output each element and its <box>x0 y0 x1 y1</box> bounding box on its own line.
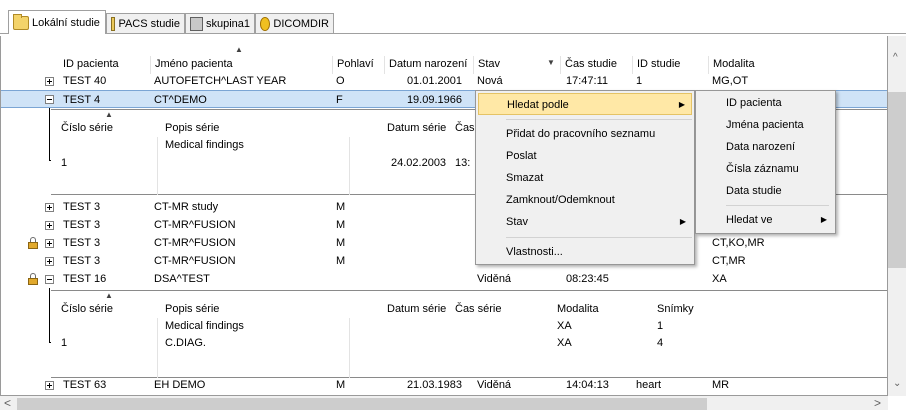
tab-pacs-studies[interactable]: PACS studie <box>106 13 185 33</box>
series-images: 1 <box>657 320 664 332</box>
series-desc: Medical findings <box>165 320 244 332</box>
expand-icon[interactable] <box>45 239 54 248</box>
submenu-search-by: ID pacienta Jména pacienta Data narození… <box>695 90 836 234</box>
collapse-icon[interactable] <box>45 95 54 104</box>
scroll-down-icon[interactable]: ⌄ <box>893 378 901 389</box>
submenu-arrow-icon: ▶ <box>679 217 686 226</box>
series-number: 1 <box>61 157 68 169</box>
series-desc: Medical findings <box>165 139 244 151</box>
tab-divider <box>0 33 906 34</box>
sort-ascending-icon: ▲ <box>235 45 243 54</box>
dicomdir-icon <box>260 16 271 31</box>
scroll-right-icon[interactable]: > <box>874 396 881 410</box>
scroll-left-icon[interactable]: < <box>4 396 11 410</box>
menu-item-search-by[interactable]: Hledat podle ▶ <box>478 93 692 115</box>
vertical-scroll-thumb[interactable] <box>888 92 906 268</box>
pacs-icon <box>111 16 116 31</box>
tab-dicomdir[interactable]: DICOMDIR <box>255 13 334 33</box>
context-menu: Hledat podle ▶ Přidat do pracovního sezna… <box>475 90 695 265</box>
series-number: 1 <box>61 337 68 349</box>
tab-group[interactable]: skupina1 <box>185 13 255 33</box>
tree-line <box>49 288 50 342</box>
table-row[interactable]: TEST 40 AUTOFETCH^LAST YEAR O 01.01.2001… <box>1 72 887 90</box>
lock-icon <box>28 237 38 249</box>
lock-icon <box>28 273 38 285</box>
menu-item-state[interactable]: Stav ▶ <box>478 211 692 233</box>
submenu-arrow-icon: ▶ <box>820 215 827 224</box>
scroll-up-icon[interactable]: ^ <box>893 52 898 63</box>
collapse-icon[interactable] <box>45 275 54 284</box>
subcol-series-date[interactable]: Datum série <box>387 121 446 135</box>
series-modality: XA <box>557 337 572 349</box>
submenu-item-birthdate[interactable]: Data narození <box>698 136 833 158</box>
horizontal-scroll-thumb[interactable] <box>17 398 707 410</box>
submenu-item-patient-id[interactable]: ID pacienta <box>698 92 833 114</box>
sort-ascending-icon: ▲ <box>105 110 113 119</box>
menu-item-send[interactable]: Poslat <box>478 145 692 167</box>
expand-icon[interactable] <box>45 221 54 230</box>
subcol-series-number[interactable]: Číslo série <box>61 121 113 135</box>
series-date: 24.02.2003 <box>391 157 447 169</box>
table-row[interactable]: TEST 63 EH DEMO M 21.03.1983 Viděná 14:0… <box>1 376 887 394</box>
subcol-images[interactable]: Snímky <box>657 302 694 316</box>
expand-icon[interactable] <box>45 203 54 212</box>
submenu-item-search-in[interactable]: Hledat ve ▶ <box>698 209 833 231</box>
submenu-arrow-icon: ▶ <box>678 100 685 109</box>
expand-icon[interactable] <box>45 381 54 390</box>
sort-descending-icon: ▼ <box>547 58 555 67</box>
submenu-item-patient-name[interactable]: Jména pacienta <box>698 114 833 136</box>
menu-item-lock-unlock[interactable]: Zamknout/Odemknout <box>478 189 692 211</box>
subcol-series-desc[interactable]: Popis série <box>165 121 219 135</box>
expand-icon[interactable] <box>45 77 54 86</box>
table-row[interactable]: TEST 3 CT-MR^FUSION M CT,KO,MR <box>1 234 887 252</box>
tree-line <box>49 108 50 160</box>
submenu-item-study-date[interactable]: Data studie <box>698 180 833 202</box>
series-images: 4 <box>657 337 664 349</box>
subcol-modality[interactable]: Modalita <box>557 302 599 316</box>
grid-header: ▲ ▼ ID pacienta Jméno pacienta Pohlaví D… <box>1 36 887 74</box>
menu-item-delete[interactable]: Smazat <box>478 167 692 189</box>
table-row[interactable]: TEST 16 DSA^TEST Viděná 08:23:45 XA <box>1 270 887 288</box>
subcol-series-time[interactable]: Čas série <box>455 302 501 316</box>
submenu-item-record-number[interactable]: Čísla záznamu <box>698 158 833 180</box>
series-modality: XA <box>557 320 572 332</box>
table-row[interactable]: TEST 3 CT-MR^FUSION M Viděná CT,MR <box>1 252 887 270</box>
tab-local-studies[interactable]: Lokální studie <box>8 10 106 34</box>
subcol-series-date[interactable]: Datum série <box>387 302 446 316</box>
subcol-series-number[interactable]: Číslo série <box>61 302 113 316</box>
menu-item-add-to-worklist[interactable]: Přidat do pracovního seznamu <box>478 123 692 145</box>
subcol-series-desc[interactable]: Popis série <box>165 302 219 316</box>
group-icon <box>190 16 203 31</box>
series-desc: C.DIAG. <box>165 337 206 349</box>
sort-ascending-icon: ▲ <box>105 291 113 300</box>
expand-icon[interactable] <box>45 257 54 266</box>
menu-item-properties[interactable]: Vlastnosti... <box>478 241 692 263</box>
series-time: 13: <box>455 157 471 169</box>
series-subtable: ▲ Číslo série Popis série Datum série Ča… <box>51 290 887 378</box>
subcol-series-time[interactable]: Čas <box>455 121 475 135</box>
folder-icon <box>13 13 29 30</box>
